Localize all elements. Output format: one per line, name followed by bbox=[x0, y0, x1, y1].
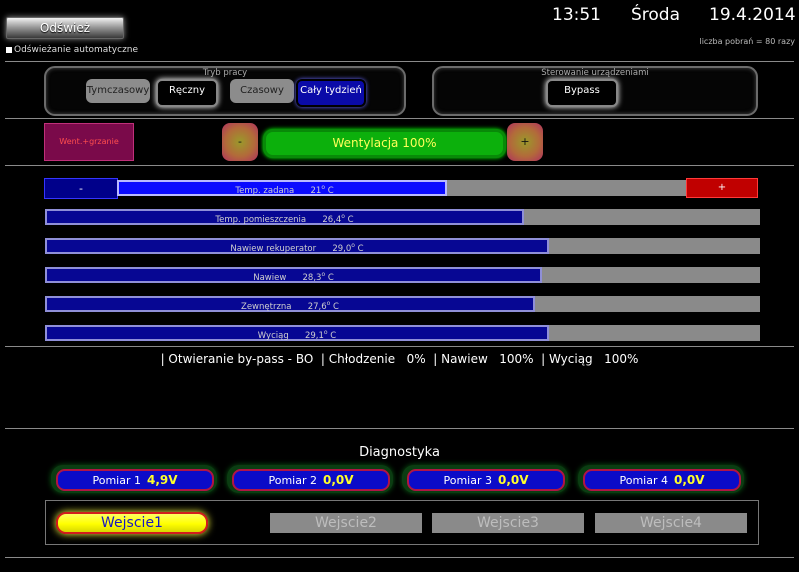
measurement-1: Pomiar 1 4,9V bbox=[51, 465, 217, 493]
temp-bar: Temp. pomieszczenia 26,4o C bbox=[45, 209, 760, 225]
diagnostics-title: Diagnostyka bbox=[359, 445, 440, 460]
clock-day: Środa bbox=[631, 5, 681, 25]
temp-bar: Zewnętrzna 27,6o C bbox=[45, 296, 760, 312]
temp-bar-label: Nawiew 28,3o C bbox=[253, 271, 334, 283]
clock-time: 13:51 bbox=[552, 5, 601, 25]
device-control-panel: Sterowanie urządzeniami Bypass bbox=[432, 66, 758, 116]
clock-date: 19.4.2014 bbox=[709, 5, 796, 25]
divider bbox=[5, 61, 794, 62]
auto-refresh-checkbox[interactable] bbox=[6, 47, 12, 53]
mode-button-timed[interactable]: Czasowy bbox=[230, 79, 294, 103]
temp-bar-label: Temp. pomieszczenia 26,4o C bbox=[215, 213, 354, 225]
mode-button-whole-week[interactable]: Cały tydzień bbox=[296, 79, 366, 107]
device-panel-title: Sterowanie urządzeniami bbox=[541, 68, 649, 78]
download-counter: liczba pobrań = 80 razy bbox=[699, 37, 795, 46]
measurement-label: Pomiar 1 bbox=[92, 474, 141, 487]
set-temp-label: Temp. zadana 21o C bbox=[235, 184, 334, 196]
input-button-2[interactable]: Wejscie2 bbox=[270, 513, 422, 533]
temp-increase-button[interactable]: + bbox=[686, 178, 758, 198]
temp-bar: Nawiew rekuperator 29,0o C bbox=[45, 238, 760, 254]
divider bbox=[5, 557, 794, 558]
mode-button-temporary[interactable]: Tymczasowy bbox=[86, 79, 150, 103]
set-temp-track: Temp. zadana 21o C bbox=[117, 180, 686, 196]
bypass-button[interactable]: Bypass bbox=[546, 79, 618, 107]
measurement-label: Pomiar 3 bbox=[443, 474, 492, 487]
vent-decrease-button[interactable]: - bbox=[222, 123, 258, 161]
input-button-1[interactable]: Wejscie1 bbox=[56, 512, 208, 534]
measurement-value: 4,9V bbox=[146, 473, 178, 487]
temp-bar-label: Wyciąg 29,1o C bbox=[257, 329, 337, 341]
temp-decrease-button[interactable]: - bbox=[44, 178, 118, 199]
auto-refresh-label: Odświeżanie automatyczne bbox=[14, 45, 139, 55]
ventilation-level: Wentylacja 100% bbox=[263, 129, 506, 158]
divider bbox=[5, 428, 794, 429]
temp-bar-label: Nawiew rekuperator 29,0o C bbox=[230, 242, 364, 254]
measurement-label: Pomiar 4 bbox=[619, 474, 668, 487]
input-button-3[interactable]: Wejscie3 bbox=[432, 513, 584, 533]
measurement-value: 0,0V bbox=[497, 473, 529, 487]
temp-bar-label: Zewnętrzna 27,6o C bbox=[241, 300, 339, 312]
measurement-value: 0,0V bbox=[673, 473, 705, 487]
measurement-4: Pomiar 4 0,0V bbox=[578, 465, 744, 493]
measurement-value: 0,0V bbox=[322, 473, 354, 487]
mode-button-manual[interactable]: Ręczny bbox=[156, 79, 218, 107]
inputs-panel: Wejscie1 Wejscie2 Wejscie3 Wejscie4 bbox=[45, 500, 759, 545]
temp-bar: Nawiew 28,3o C bbox=[45, 267, 760, 283]
auto-refresh-row[interactable]: Odświeżanie automatyczne bbox=[6, 45, 138, 55]
temp-bar: Wyciąg 29,1o C bbox=[45, 325, 760, 341]
divider bbox=[5, 346, 794, 347]
measurement-label: Pomiar 2 bbox=[268, 474, 317, 487]
status-line: | Otwieranie by-pass - BO | Chłodzenie 0… bbox=[160, 352, 639, 366]
mode-panel-title: Tryb pracy bbox=[202, 68, 248, 78]
vent-increase-button[interactable]: + bbox=[507, 123, 543, 161]
input-button-4[interactable]: Wejscie4 bbox=[595, 513, 747, 533]
divider bbox=[5, 118, 794, 119]
measurement-3: Pomiar 3 0,0V bbox=[402, 465, 568, 493]
divider bbox=[5, 165, 794, 166]
measurement-2: Pomiar 2 0,0V bbox=[227, 465, 393, 493]
refresh-button[interactable]: Odśwież bbox=[6, 17, 124, 39]
vent-heating-button[interactable]: Went.+grzanie bbox=[44, 123, 134, 161]
mode-panel: Tryb pracy Tymczasowy Ręczny Czasowy Cał… bbox=[44, 66, 406, 116]
